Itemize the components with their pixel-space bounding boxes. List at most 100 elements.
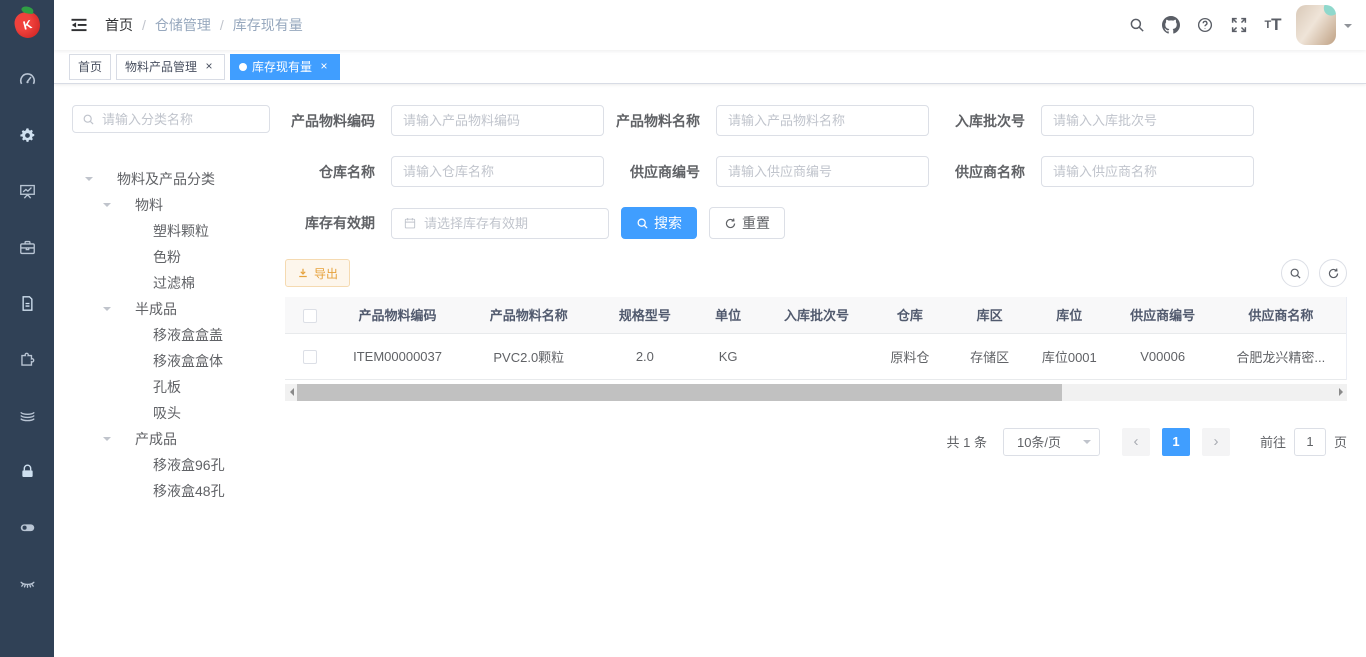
table-cell: 库位0001	[1029, 333, 1110, 379]
prev-page-button[interactable]: ‹	[1122, 428, 1150, 456]
sidebar-item-document[interactable]	[0, 275, 54, 331]
supplier-code-input[interactable]	[728, 164, 917, 179]
app-logo[interactable]: K	[0, 0, 54, 50]
tree-node[interactable]: 半成品	[72, 296, 266, 322]
table-wrap: 产品物料编码产品物料名称规格型号单位入库批次号仓库库区库位供应商编号供应商名称I…	[285, 297, 1347, 380]
column-header: 入库批次号	[763, 297, 869, 333]
table-cell: 2.0	[597, 333, 693, 379]
sidebar-item-permissions[interactable]	[0, 443, 54, 499]
batch-no-input[interactable]	[1053, 113, 1242, 128]
page-size-select[interactable]: 10条/页	[1003, 428, 1100, 456]
tree-node[interactable]: 移液盒48孔	[72, 478, 266, 504]
column-header: 产品物料编码	[334, 297, 460, 333]
tree-node[interactable]: 塑料颗粒	[72, 218, 266, 244]
tree-node[interactable]: 物料及产品分类	[72, 166, 266, 192]
user-menu[interactable]	[1296, 5, 1352, 45]
filter-field: 供应商编号	[610, 156, 929, 187]
question-circle-icon	[1196, 16, 1214, 34]
tree-node[interactable]: 吸头	[72, 400, 266, 426]
supplier-name-input[interactable]	[1053, 164, 1242, 179]
font-size-button[interactable]: TT	[1256, 0, 1290, 50]
category-search-input[interactable]	[102, 112, 260, 127]
table-row[interactable]: ITEM00000037PVC2.0颗粒2.0KG原料仓存储区库位0001V00…	[285, 333, 1346, 379]
refresh-icon	[1327, 267, 1340, 280]
scrollbar-thumb[interactable]	[297, 384, 1062, 401]
main-area: 首页/仓储管理/库存现有量 TT	[54, 0, 1366, 657]
tree-node-label: 过滤棉	[153, 273, 195, 293]
header-search-button[interactable]	[1120, 0, 1154, 50]
column-header: 库位	[1029, 297, 1110, 333]
tab-label: 物料产品管理	[125, 58, 197, 75]
tree-expand-caret-icon[interactable]	[103, 433, 121, 445]
tree-node[interactable]: 孔板	[72, 374, 266, 400]
filter-field: 入库批次号	[935, 105, 1254, 136]
item-name-input[interactable]	[728, 113, 917, 128]
sidebar-item-monitor[interactable]	[0, 163, 54, 219]
page-number-button[interactable]: 1	[1162, 428, 1190, 456]
table-cell: ITEM00000037	[334, 333, 460, 379]
tree-node-label: 移液盒96孔	[153, 455, 225, 475]
row-checkbox[interactable]	[303, 350, 317, 364]
expiry-date-picker[interactable]	[391, 208, 609, 239]
sidebar-item-system[interactable]	[0, 107, 54, 163]
sidebar-item-layers[interactable]	[0, 387, 54, 443]
goto-page-input[interactable]	[1294, 428, 1326, 456]
next-page-button[interactable]: ›	[1202, 428, 1230, 456]
tree-node-label: 物料	[135, 195, 163, 215]
tree-expand-caret-icon[interactable]	[85, 173, 103, 185]
tree-node[interactable]: 过滤棉	[72, 270, 266, 296]
sidebar-fold-button[interactable]	[54, 0, 104, 50]
sidebar-item-dashboard[interactable]	[0, 51, 54, 107]
search-button[interactable]: 搜索	[621, 207, 697, 239]
horizontal-scrollbar[interactable]	[285, 384, 1347, 401]
category-tree: 物料及产品分类物料塑料颗粒色粉过滤棉半成品移液盒盒盖移液盒盒体孔板吸头产成品移液…	[72, 166, 266, 504]
refresh-icon	[724, 217, 737, 230]
navbar: 首页/仓储管理/库存现有量 TT	[54, 0, 1366, 50]
tree-node[interactable]: 移液盒96孔	[72, 452, 266, 478]
column-header: 仓库	[869, 297, 950, 333]
tree-expand-caret-icon[interactable]	[103, 303, 121, 315]
tab-active[interactable]: 库存现有量×	[230, 54, 340, 80]
sidebar-item-components[interactable]	[0, 331, 54, 387]
tab-close-icon[interactable]: ×	[317, 60, 331, 74]
docs-help-button[interactable]	[1188, 0, 1222, 50]
tree-node[interactable]: 移液盒盒盖	[72, 322, 266, 348]
reset-button[interactable]: 重置	[709, 207, 785, 239]
scroll-right-arrow-icon[interactable]	[1335, 384, 1347, 401]
tree-node[interactable]: 物料	[72, 192, 266, 218]
tree-node[interactable]: 色粉	[72, 244, 266, 270]
warehouse-name-input[interactable]	[403, 164, 592, 179]
tab-item[interactable]: 首页	[69, 54, 111, 80]
hamburger-icon	[69, 15, 89, 35]
sidebar-item-tools[interactable]	[0, 219, 54, 275]
github-link-button[interactable]	[1154, 0, 1188, 50]
gear-icon	[18, 126, 37, 145]
table-cell: 合肥龙兴精密...	[1216, 333, 1346, 379]
fullscreen-button[interactable]	[1222, 0, 1256, 50]
table-cell: 存储区	[950, 333, 1029, 379]
scroll-left-arrow-icon[interactable]	[285, 384, 297, 401]
sidebar-item-hidden[interactable]	[0, 555, 54, 611]
item-code-input[interactable]	[403, 113, 592, 128]
toggle-search-button[interactable]	[1281, 259, 1309, 287]
toggle-icon	[18, 518, 37, 537]
expiry-date-input[interactable]	[424, 216, 597, 231]
chevron-left-icon: ‹	[1133, 433, 1138, 450]
refresh-table-button[interactable]	[1319, 259, 1347, 287]
tree-node-label: 物料及产品分类	[117, 169, 215, 189]
breadcrumb-item[interactable]: 首页	[105, 15, 133, 35]
tab-close-icon[interactable]: ×	[202, 60, 216, 74]
tree-expand-caret-icon[interactable]	[103, 199, 121, 211]
category-search[interactable]	[72, 105, 270, 133]
sidebar-item-switch[interactable]	[0, 499, 54, 555]
export-button-label: 导出	[314, 265, 338, 282]
tree-node[interactable]: 产成品	[72, 426, 266, 452]
page-size-value: 10条/页	[1017, 432, 1061, 451]
select-all-checkbox[interactable]	[303, 309, 317, 323]
field-label: 产品物料名称	[610, 111, 700, 131]
export-button[interactable]: 导出	[285, 259, 350, 287]
filter-field: 供应商名称	[935, 156, 1254, 187]
tab-item[interactable]: 物料产品管理 ×	[116, 54, 225, 80]
breadcrumb: 首页/仓储管理/库存现有量	[105, 15, 303, 35]
tree-node[interactable]: 移液盒盒体	[72, 348, 266, 374]
